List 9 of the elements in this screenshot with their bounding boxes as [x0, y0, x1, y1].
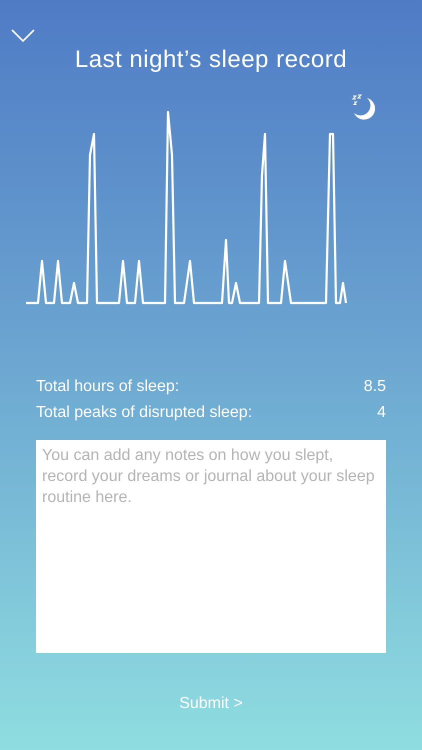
- stat-value: 8.5: [364, 378, 386, 396]
- screen-title: Last night’s sleep record: [74, 46, 348, 74]
- stat-label: Total hours of sleep:: [36, 378, 180, 396]
- collapse-chevron-icon[interactable]: [10, 28, 36, 44]
- stat-label: Total peaks of disrupted sleep:: [36, 404, 252, 422]
- stat-value: 4: [377, 404, 386, 422]
- submit-button[interactable]: Submit >: [175, 691, 247, 717]
- sleeping-moon-icon: [350, 93, 378, 121]
- notes-field[interactable]: You can add any notes on how you slept, record your dreams or journal about your sleep routine here.: [36, 440, 386, 653]
